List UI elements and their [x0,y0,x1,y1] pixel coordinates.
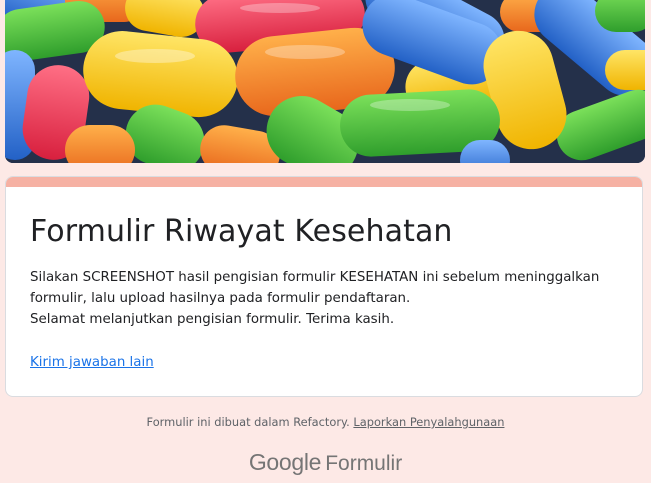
brand-product-text: Formulir [325,452,403,475]
header-banner-image [5,0,645,163]
google-forms-logo[interactable]: Google Formulir [0,449,651,476]
brand-google-text: Google [248,449,322,475]
submit-another-response-link[interactable]: Kirim jawaban lain [30,355,154,370]
form-description-line: Selamat melanjutkan pengisian formulir. … [30,312,395,327]
form-footer-note: Formulir ini dibuat dalam Refactory. Lap… [0,415,651,429]
footer-note-text: Formulir ini dibuat dalam Refactory. [146,415,354,429]
report-abuse-link[interactable]: Laporkan Penyalahgunaan [353,415,504,429]
form-title: Formulir Riwayat Kesehatan [30,214,453,249]
form-description: Silakan SCREENSHOT hasil pengisian formu… [30,267,630,330]
card-accent-bar [6,177,642,187]
form-header-card: Formulir Riwayat Kesehatan Silakan SCREE… [5,176,643,397]
form-description-line: Silakan SCREENSHOT hasil pengisian formu… [30,270,600,306]
